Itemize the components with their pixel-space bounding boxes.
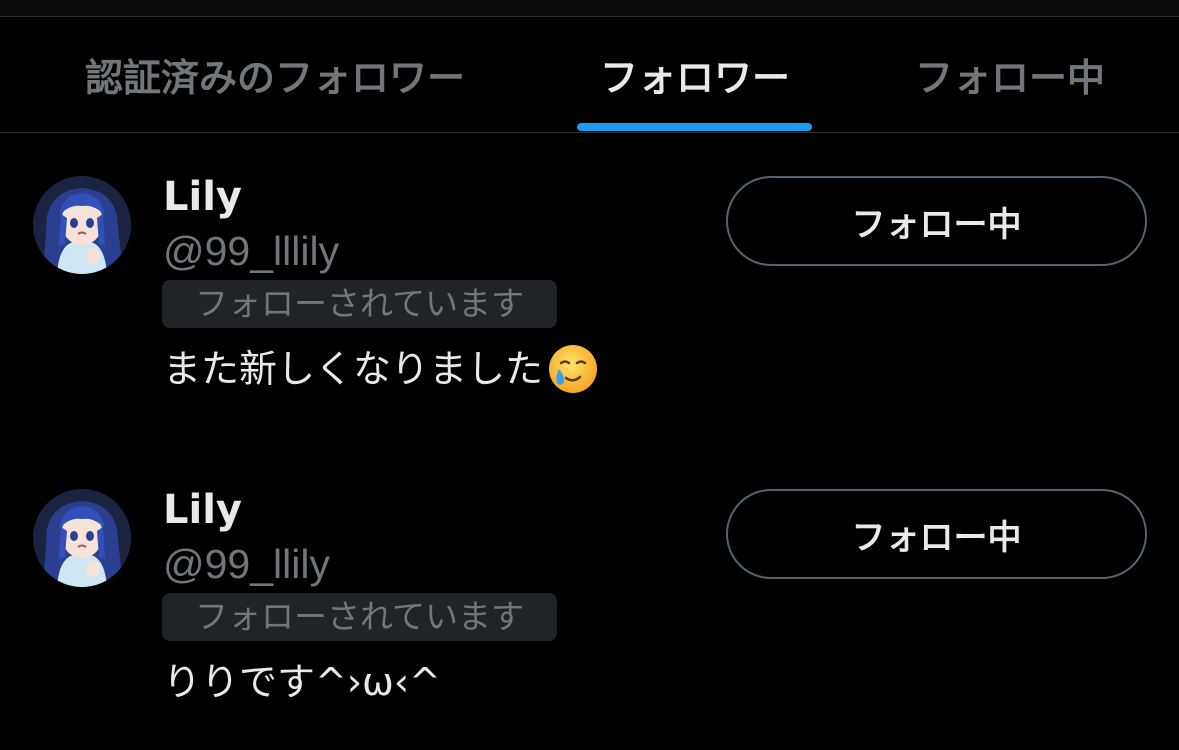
display-name[interactable]: Lily — [163, 486, 242, 534]
tab-verified-followers[interactable]: 認証済みのフォロワー — [40, 17, 510, 132]
bio-text: また新しくなりました — [163, 347, 544, 391]
follows-you-badge: フォローされています — [162, 280, 557, 328]
user-bio: また新しくなりました — [163, 341, 599, 397]
tab-bar: 認証済みのフォロワー フォロワー フォロー中 — [0, 17, 1179, 133]
avatar[interactable] — [33, 176, 131, 274]
bio-text: りりです^›ω‹^ — [163, 660, 441, 704]
follows-you-badge: フォローされています — [162, 593, 557, 641]
user-bio: りりです^›ω‹^ — [163, 654, 441, 710]
user-handle[interactable]: @99_lllily — [163, 227, 339, 275]
following-button[interactable]: フォロー中 — [726, 489, 1147, 579]
active-tab-indicator — [577, 123, 812, 131]
tab-followers[interactable]: フォロワー — [560, 17, 830, 132]
display-name[interactable]: Lily — [163, 173, 242, 221]
face-holding-back-tears-emoji — [547, 343, 599, 395]
following-button[interactable]: フォロー中 — [726, 176, 1147, 266]
top-strip — [0, 0, 1179, 17]
user-list-item[interactable]: Lily @99_lllily フォローされています また新しくなりました フォ… — [0, 133, 1179, 433]
user-list-item[interactable]: Lily @99_llily フォローされています りりです^›ω‹^ フォロー… — [0, 446, 1179, 746]
user-handle[interactable]: @99_llily — [163, 540, 330, 588]
tab-following[interactable]: フォロー中 — [880, 17, 1140, 132]
avatar[interactable] — [33, 489, 131, 587]
